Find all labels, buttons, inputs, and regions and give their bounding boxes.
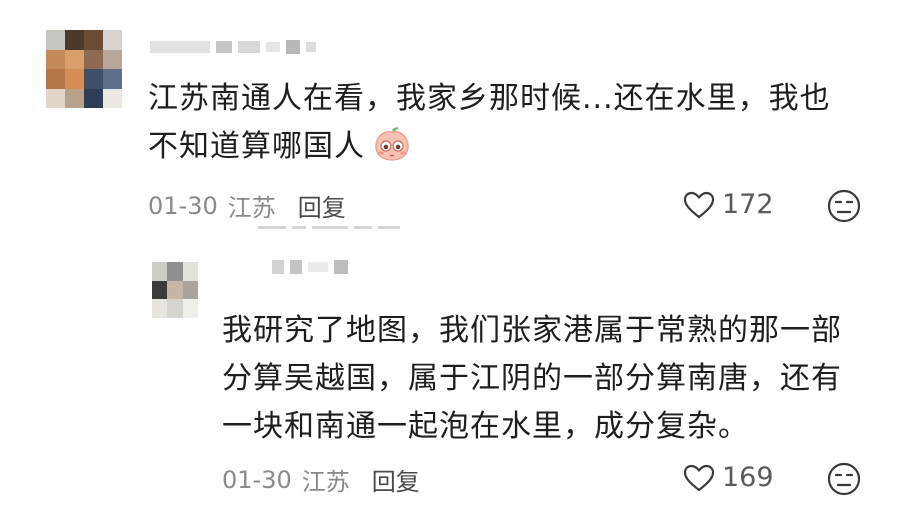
comment-location: 江苏 (227, 194, 276, 222)
reply-location: 江苏 (301, 468, 350, 496)
reply-avatar[interactable] (152, 262, 198, 318)
heart-outline-icon (683, 464, 715, 491)
neutral-face-icon (827, 462, 861, 496)
reply-react-button[interactable] (826, 461, 862, 497)
comment-date: 01-30 (148, 191, 218, 220)
avatar[interactable] (46, 30, 122, 108)
reply-button[interactable]: 回复 (372, 462, 420, 497)
divider (258, 226, 400, 229)
react-button[interactable] (826, 188, 862, 224)
comment-text: 江苏南通人在看，我家乡那时候...还在水里，我也 不知道算哪国人 (148, 75, 868, 177)
comment-text-line: 江苏南通人在看，我家乡那时候...还在水里，我也 (148, 81, 831, 116)
heart-outline-icon (683, 191, 715, 218)
peach-shy-emoji (373, 126, 411, 177)
like-button[interactable]: 172 (682, 189, 774, 220)
reply-username[interactable] (272, 260, 348, 274)
username[interactable] (150, 40, 316, 54)
like-count: 172 (722, 189, 774, 220)
reply-text-line: 分算吴越国，属于江阴的一部分算南唐，还有 (222, 361, 842, 396)
reply-button[interactable]: 回复 (298, 188, 346, 223)
reply-like-count: 169 (722, 462, 774, 493)
neutral-face-icon (827, 189, 861, 223)
reply-meta: 01-30 江苏 回复 (222, 462, 420, 497)
reply-text: 我研究了地图，我们张家港属于常熟的那一部 分算吴越国，属于江阴的一部分算南唐，还… (222, 307, 882, 451)
reply-text-line: 一块和南通一起泡在水里，成分复杂。 (222, 409, 749, 444)
comment-meta: 01-30 江苏 回复 (148, 188, 346, 223)
reply-like-button[interactable]: 169 (682, 462, 774, 493)
comment-text-line: 不知道算哪国人 (148, 123, 868, 177)
reply-text-line: 我研究了地图，我们张家港属于常熟的那一部 (222, 313, 842, 348)
reply-date: 01-30 (222, 465, 292, 494)
